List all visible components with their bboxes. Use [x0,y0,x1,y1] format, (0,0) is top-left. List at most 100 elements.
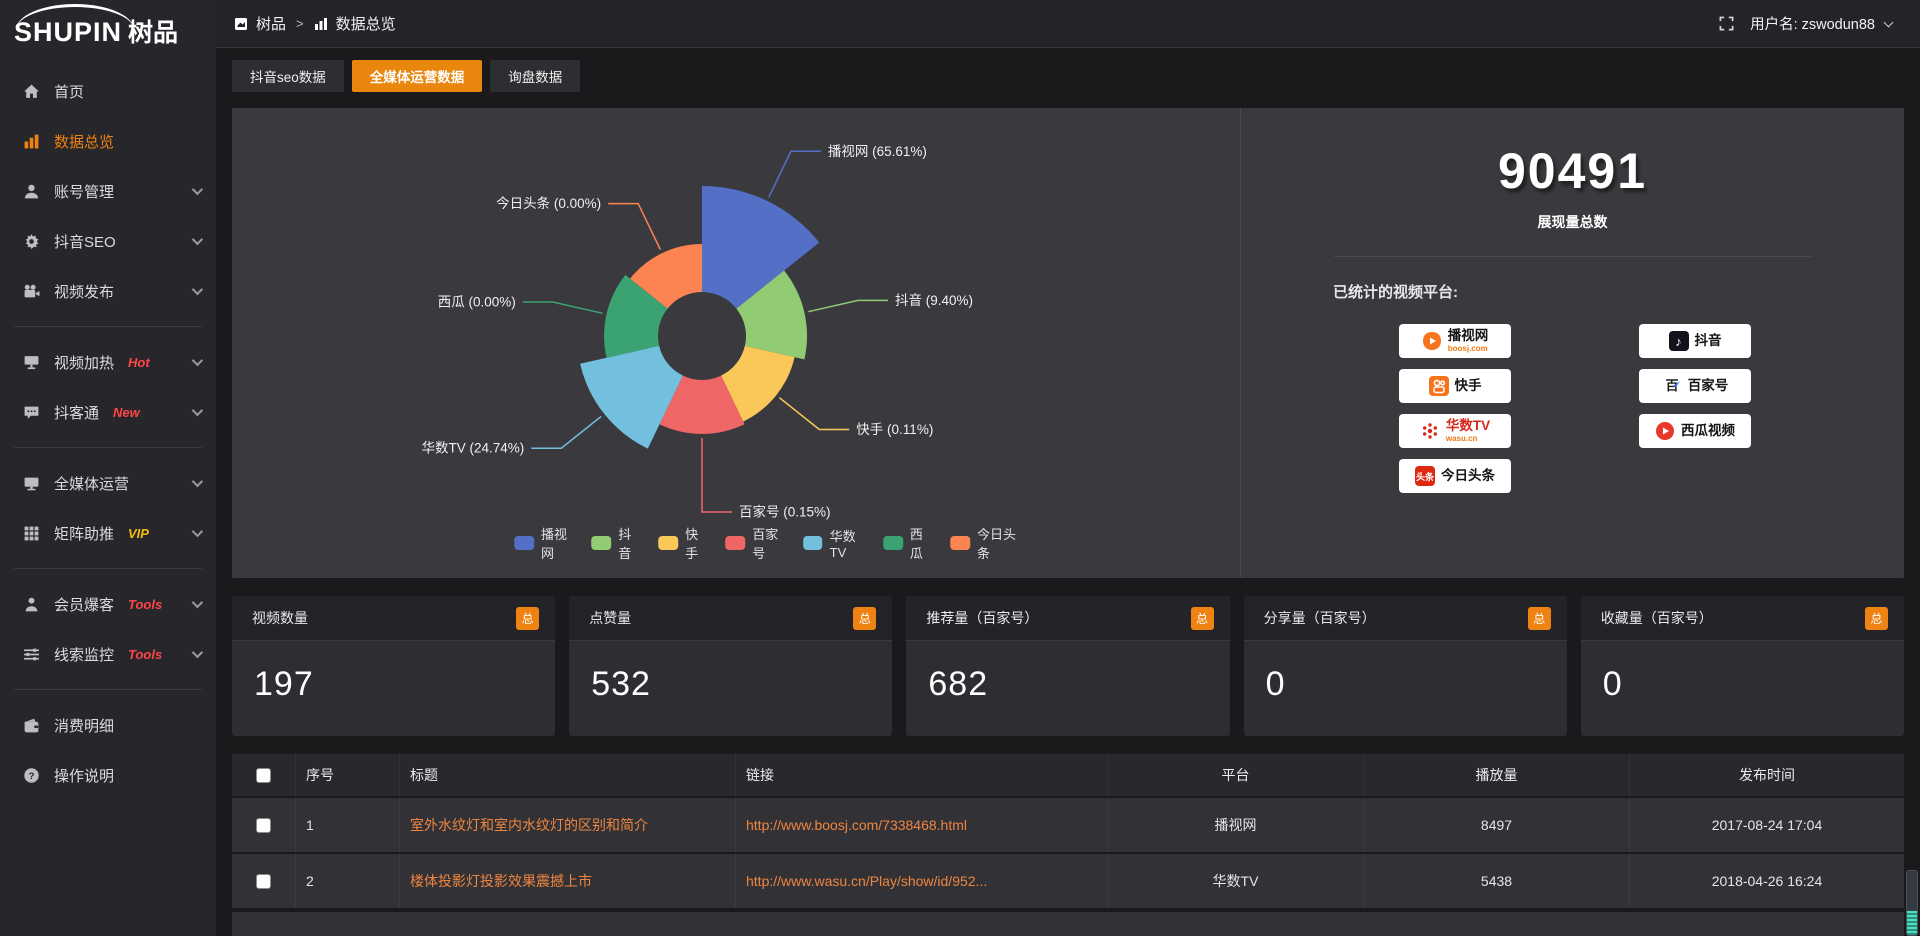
cell-plays: 5438 [1364,854,1630,908]
grid-icon [22,524,40,542]
breadcrumb: 树品 > 数据总览 [234,13,396,34]
platform-badge-douyin: ♪ 抖音 [1639,324,1751,358]
legend-label: 抖音 [618,524,638,562]
dashboard-page: SHUPIN 树品 首页 数据总览 账号管理 抖音SEO [0,0,1920,936]
summary-divider [1334,256,1811,257]
sidebar-item-instructions[interactable]: ? 操作说明 [0,750,216,800]
sidebar-item-label: 抖音SEO [54,231,116,252]
app-logo[interactable]: SHUPIN 树品 [0,0,216,52]
kuaishou-logo-icon [1429,376,1449,396]
sidebar-divider [14,689,202,690]
sidebar-item-video-heating[interactable]: 视频加热 Hot [0,337,216,387]
pie-label: 华数TV (24.74%) [422,441,525,456]
sidebar-divider [14,447,202,448]
pie-label: 播视网 (65.61%) [828,144,927,159]
stat-card-value: 0 [1581,641,1904,704]
total-badge[interactable]: 总 [1528,607,1551,630]
legend-item-华数TV[interactable]: 华数TV [803,526,863,560]
video-table: 序号 标题 链接 平台 播放量 发布时间 1 室外水纹灯和室内水纹灯的区别和简 [232,752,1904,910]
cell-platform: 播视网 [1108,798,1364,852]
pie-label: 百家号 (0.15%) [739,504,831,520]
legend-item-抖音[interactable]: 抖音 [592,524,639,562]
row-checkbox[interactable] [256,818,271,833]
sidebar-item-label: 账号管理 [54,181,114,202]
tab-omnimedia-operation-data[interactable]: 全媒体运营数据 [352,60,483,92]
select-all-checkbox[interactable] [256,768,271,783]
tab-inquiry-data[interactable]: 询盘数据 [490,60,580,92]
video-url-link[interactable]: http://www.boosj.com/7338468.html [746,817,967,833]
platform-badge-wasu: 华数TVwasu.cn [1399,414,1511,448]
total-badge[interactable]: 总 [516,607,539,630]
sidebar-item-home[interactable]: 首页 [0,66,216,116]
cell-no: 2 [296,854,400,908]
sidebar-item-matrix-boost[interactable]: 矩阵助推 VIP [0,508,216,558]
topbar: 树品 > 数据总览 用户名: zswodun88 [216,0,1920,48]
stat-card-value: 197 [232,641,555,704]
sidebar-divider [14,326,202,327]
platform-name: 华数TV [1446,419,1490,433]
toutiao-logo-icon: 头条 [1415,466,1435,486]
breadcrumb-page[interactable]: 数据总览 [336,13,396,34]
label-leader-line [702,438,732,512]
pie-slice-华数TV[interactable] [580,346,683,449]
platform-badge-baijiahao: 百 百家号 [1639,369,1751,403]
breadcrumb-app[interactable]: 树品 [256,13,286,34]
video-url-link[interactable]: http://www.wasu.cn/Play/show/id/952... [746,873,987,889]
pie-label: 西瓜 (0.00%) [438,295,516,310]
sidebar-divider [14,568,202,569]
stat-card-recommendations: 推荐量（百家号）总 682 [906,596,1229,736]
sidebar-item-douyin-seo[interactable]: 抖音SEO [0,216,216,266]
stat-card-likes: 点赞量总 532 [569,596,892,736]
legend-item-百家号[interactable]: 百家号 [726,524,783,562]
stat-card-shares: 分享量（百家号）总 0 [1244,596,1567,736]
sidebar-item-douketong[interactable]: 抖客通 New [0,387,216,437]
legend-item-播视网[interactable]: 播视网 [514,524,571,562]
fullscreen-icon[interactable] [1719,16,1734,31]
row-checkbox[interactable] [256,874,271,889]
tab-douyin-seo-data[interactable]: 抖音seo数据 [232,60,344,92]
platform-badge-boosj: 播视网boosj.com [1399,324,1511,358]
legend-item-今日头条[interactable]: 今日头条 [950,524,1018,562]
app-crumb-icon [234,17,248,31]
col-header-no: 序号 [296,754,400,796]
username-label[interactable]: 用户名: zswodun88 [1750,13,1875,34]
legend-item-快手[interactable]: 快手 [659,524,706,562]
tools-tag: Tools [128,597,162,612]
chevron-down-icon [192,405,203,416]
chevron-down-icon [192,647,203,658]
sidebar-item-omnimedia-operation[interactable]: 全媒体运营 [0,458,216,508]
sidebar-item-member-baoke[interactable]: 会员爆客 Tools [0,579,216,629]
scrollbar-thumb[interactable] [1907,911,1917,935]
video-title-link[interactable]: 楼体投影灯投影效果震撼上市 [410,873,592,889]
video-title-link[interactable]: 室外水纹灯和室内水纹灯的区别和简介 [410,817,648,833]
cell-publish-time: 2017-08-24 17:04 [1630,798,1904,852]
sidebar-item-account-management[interactable]: 账号管理 [0,166,216,216]
legend-swatch [659,536,679,550]
sidebar-item-data-overview[interactable]: 数据总览 [0,116,216,166]
col-header-link: 链接 [736,754,1108,796]
sidebar-item-label: 视频发布 [54,281,114,302]
sidebar-item-video-publish[interactable]: 视频发布 [0,266,216,316]
cell-plays: 8497 [1364,798,1630,852]
sidebar-item-label: 视频加热 [54,352,114,373]
scrollbar[interactable] [1906,870,1918,936]
chevron-down-icon [192,234,203,245]
platforms-title: 已统计的视频平台: [1241,281,1904,302]
legend-label: 百家号 [752,524,783,562]
total-badge[interactable]: 总 [1191,607,1214,630]
total-badge[interactable]: 总 [853,607,876,630]
chevron-down-icon [192,355,203,366]
stat-cards-row: 视频数量总 197 点赞量总 532 推荐量（百家号）总 682 分享量（百家号… [232,596,1904,736]
col-header-publish-time: 发布时间 [1630,754,1904,796]
sidebar-item-consumption-detail[interactable]: 消费明细 [0,700,216,750]
logo-swoosh [16,4,134,30]
sidebar-item-lead-monitoring[interactable]: 线索监控 Tools [0,629,216,679]
chevron-down-icon[interactable] [1884,17,1894,27]
monitor-icon [22,474,40,492]
chevron-down-icon [192,526,203,537]
chevron-down-icon [192,184,203,195]
svg-text:?: ? [28,770,34,781]
label-leader-line [523,302,603,313]
legend-item-西瓜[interactable]: 西瓜 [883,524,930,562]
total-badge[interactable]: 总 [1865,607,1888,630]
